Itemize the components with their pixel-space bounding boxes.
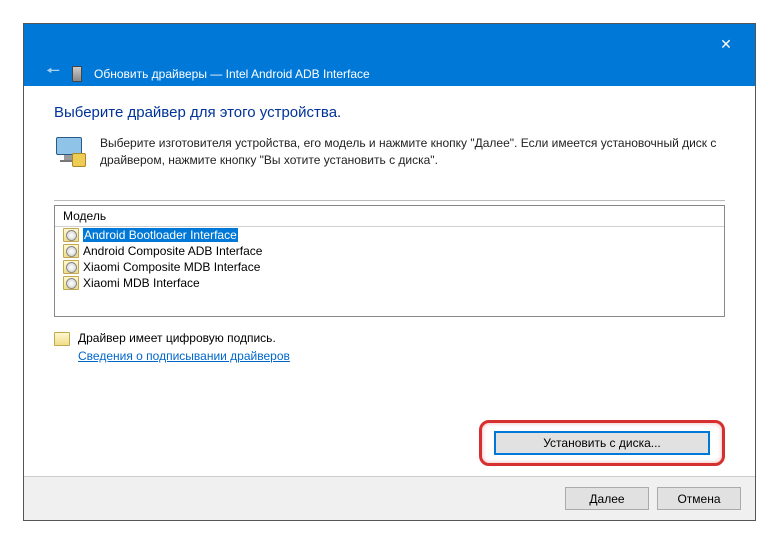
dialog-window: ✕ 🠔 Обновить драйверы — Intel Android AD… [23, 23, 756, 521]
signature-text: Драйвер имеет цифровую подпись. [78, 331, 290, 345]
content-area: Выберите драйвер для этого устройства. В… [24, 86, 755, 476]
signature-info-link[interactable]: Сведения о подписывании драйверов [78, 349, 290, 363]
close-button[interactable]: ✕ [705, 32, 747, 56]
model-list-header[interactable]: Модель [55, 206, 724, 227]
model-list: Модель Android Bootloader Interface Andr… [54, 205, 725, 317]
signature-icon [54, 332, 70, 346]
device-icon [72, 66, 82, 82]
model-list-items[interactable]: Android Bootloader Interface Android Com… [55, 227, 724, 315]
driver-disk-icon [63, 228, 79, 242]
driver-disk-icon [63, 260, 79, 274]
instruction-text: Выберите изготовителя устройства, его мо… [100, 135, 725, 170]
next-button[interactable]: Далее [565, 487, 649, 510]
model-item[interactable]: Android Bootloader Interface [55, 227, 724, 243]
dialog-footer: Далее Отмена [24, 476, 755, 520]
hardware-wizard-icon [54, 135, 86, 167]
page-heading: Выберите драйвер для этого устройства. [54, 104, 725, 121]
model-item[interactable]: Android Composite ADB Interface [55, 243, 724, 259]
model-item[interactable]: Xiaomi Composite MDB Interface [55, 259, 724, 275]
install-from-disk-button[interactable]: Установить с диска... [494, 431, 710, 455]
cancel-button[interactable]: Отмена [657, 487, 741, 510]
model-item[interactable]: Xiaomi MDB Interface [55, 275, 724, 291]
install-button-highlight: Установить с диска... [479, 420, 725, 466]
titlebar: ✕ 🠔 Обновить драйверы — Intel Android AD… [24, 24, 755, 86]
window-title: Обновить драйверы — Intel Android ADB In… [94, 67, 370, 81]
driver-disk-icon [63, 244, 79, 258]
back-arrow-icon[interactable]: 🠔 [46, 60, 60, 87]
driver-disk-icon [63, 276, 79, 290]
